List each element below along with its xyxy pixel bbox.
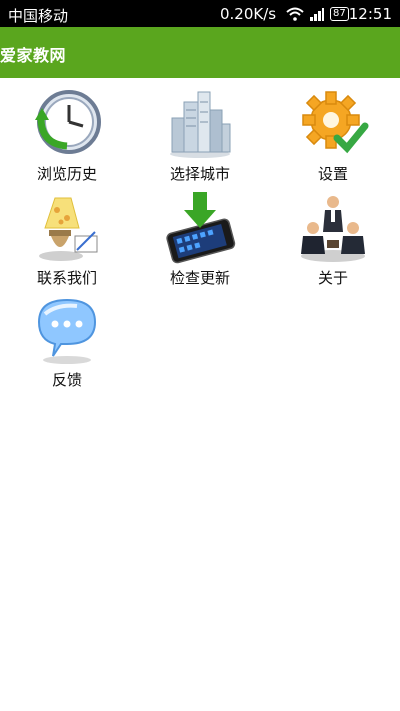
- menu-label: 浏览历史: [36, 165, 97, 183]
- settings-gear-icon: [302, 91, 369, 154]
- menu-label: 检查更新: [169, 269, 230, 287]
- feedback-bubble-icon: [37, 298, 97, 364]
- menu-item-select-city[interactable]: 选择城市: [140, 88, 260, 188]
- network-speed: 0.20K/s: [220, 5, 277, 23]
- signal-icon: [310, 8, 324, 21]
- city-buildings-icon: [170, 91, 231, 158]
- status-bar: 中国移动 0.20K/s 87 12:51: [0, 0, 400, 27]
- wifi-icon: [286, 7, 304, 21]
- history-clock-icon: [35, 90, 101, 154]
- app-title: 爱家教网: [0, 46, 67, 65]
- menu-label: 设置: [317, 165, 348, 183]
- menu-item-settings[interactable]: 设置: [273, 88, 393, 188]
- menu-item-about[interactable]: 关于: [273, 192, 393, 292]
- carrier-name: 中国移动: [8, 7, 69, 25]
- menu-item-history[interactable]: 浏览历史: [7, 88, 127, 188]
- app-header: 爱家教网: [0, 27, 400, 78]
- menu-label: 联系我们: [36, 269, 97, 287]
- menu-label: 关于: [317, 269, 348, 287]
- update-download-icon: [166, 192, 236, 264]
- status-icons: 87: [286, 6, 349, 22]
- menu-label: 选择城市: [169, 165, 230, 183]
- menu-item-contact-us[interactable]: 联系我们: [7, 192, 127, 292]
- menu-item-check-update[interactable]: 检查更新: [140, 192, 260, 292]
- about-people-icon: [301, 196, 365, 262]
- clock: 12:51: [348, 5, 392, 23]
- menu-item-feedback[interactable]: 反馈: [7, 294, 127, 394]
- contact-lamp-icon: [39, 197, 98, 261]
- menu-label: 反馈: [51, 371, 82, 389]
- battery-icon: 87: [330, 7, 349, 21]
